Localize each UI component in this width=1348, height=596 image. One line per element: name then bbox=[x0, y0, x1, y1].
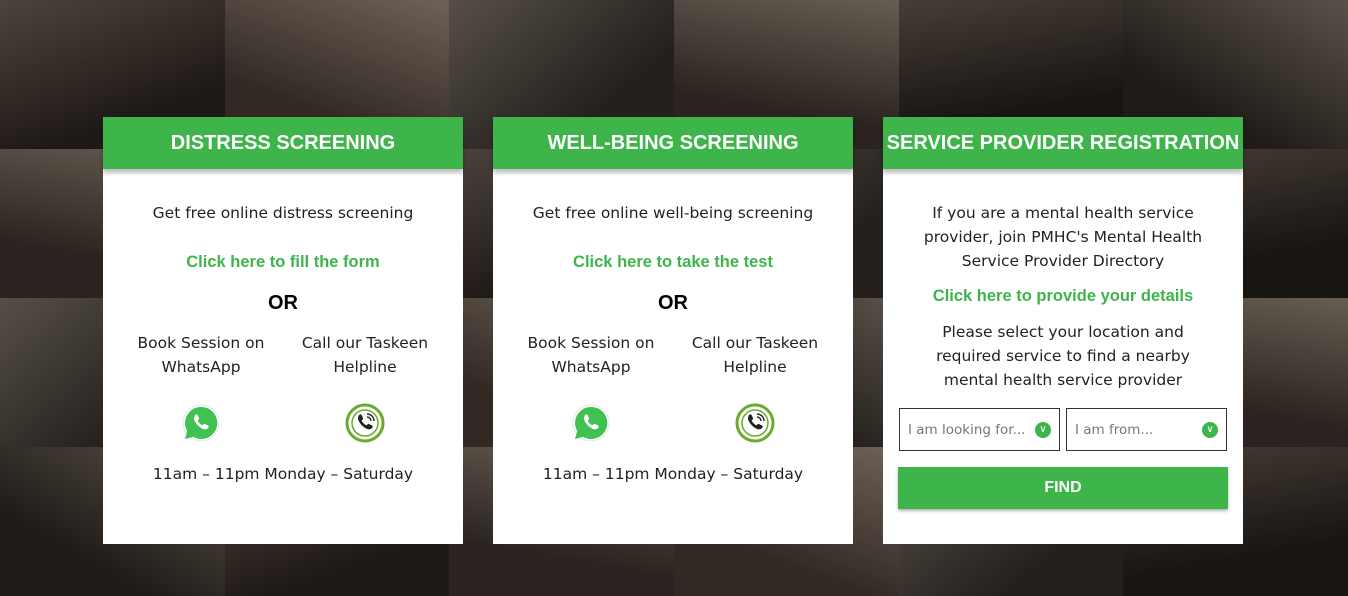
location-select[interactable]: I am from... ∨ bbox=[1066, 408, 1227, 451]
helpline-hours: 11am – 11pm Monday – Saturday bbox=[542, 465, 804, 483]
card-title: DISTRESS SCREENING bbox=[103, 117, 463, 169]
card-description: If you are a mental health service provi… bbox=[923, 204, 1203, 270]
chevron-down-icon: ∨ bbox=[1035, 421, 1051, 438]
find-button[interactable]: FIND bbox=[898, 467, 1228, 509]
provide-details-link[interactable]: Click here to provide your details bbox=[883, 287, 1243, 306]
take-test-link[interactable]: Click here to take the test bbox=[493, 253, 853, 272]
card-title: SERVICE PROVIDER REGISTRATION bbox=[883, 117, 1243, 169]
well-being-screening-card: WELL-BEING SCREENING Get free online wel… bbox=[493, 117, 853, 544]
card-description: Get free online distress screening bbox=[152, 204, 414, 222]
whatsapp-label: Book Session on WhatsApp bbox=[527, 334, 655, 376]
whatsapp-label: Book Session on WhatsApp bbox=[137, 334, 265, 376]
helpline-label: Call our Taskeen Helpline bbox=[691, 334, 819, 376]
fill-form-link[interactable]: Click here to fill the form bbox=[103, 253, 463, 272]
service-select-placeholder: I am looking for... bbox=[908, 421, 1026, 438]
service-select[interactable]: I am looking for... ∨ bbox=[899, 408, 1060, 451]
or-divider: OR bbox=[658, 292, 688, 314]
card-description: Get free online well-being screening bbox=[532, 204, 814, 222]
location-instructions: Please select your location and required… bbox=[936, 323, 1190, 389]
distress-screening-card: DISTRESS SCREENING Get free online distr… bbox=[103, 117, 463, 544]
whatsapp-icon[interactable] bbox=[570, 402, 612, 444]
chevron-down-icon: ∨ bbox=[1202, 421, 1218, 438]
helpline-label: Call our Taskeen Helpline bbox=[301, 334, 429, 376]
whatsapp-icon[interactable] bbox=[180, 402, 222, 444]
or-divider: OR bbox=[268, 292, 298, 314]
service-provider-registration-card: SERVICE PROVIDER REGISTRATION If you are… bbox=[883, 117, 1243, 544]
location-select-placeholder: I am from... bbox=[1075, 421, 1154, 438]
helpline-hours: 11am – 11pm Monday – Saturday bbox=[152, 465, 414, 483]
phone-icon[interactable] bbox=[344, 402, 386, 444]
card-title: WELL-BEING SCREENING bbox=[493, 117, 853, 169]
phone-icon[interactable] bbox=[734, 402, 776, 444]
